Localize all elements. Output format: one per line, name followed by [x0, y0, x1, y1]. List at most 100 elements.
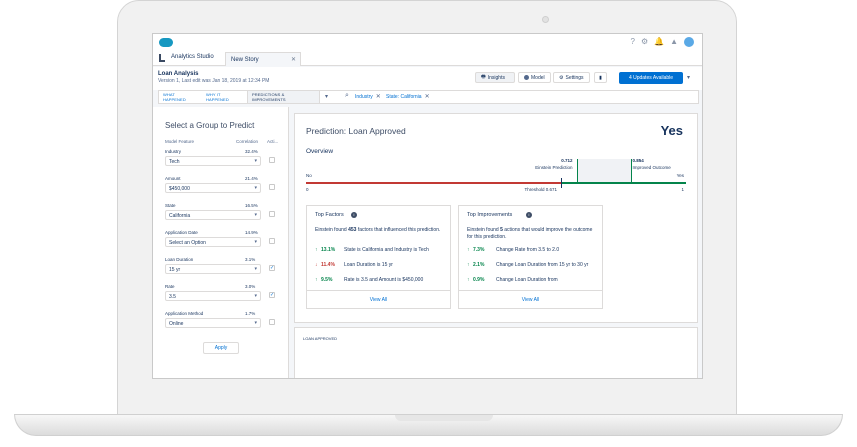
filter-chip-state[interactable]: State: California ✕	[386, 93, 430, 101]
feature-name: Application Date	[165, 230, 198, 235]
panel-label: LOAN APPROVED	[303, 336, 338, 341]
no-track	[306, 182, 561, 184]
feature-value-select[interactable]: Tech ▾	[165, 156, 261, 166]
feature-checkbox[interactable]	[269, 184, 275, 190]
insights-label: Insights	[487, 74, 505, 81]
filter-chip-industry[interactable]: Industry ✕	[355, 93, 381, 101]
tab-predictions-improvements[interactable]: PREDICTIONS & IMPROVEMENTS	[247, 91, 320, 103]
tab-why-it-happened[interactable]: WHY IT HAPPENED	[202, 91, 247, 103]
close-icon[interactable]: ✕	[425, 93, 430, 100]
feature-value-select[interactable]: 15 yr ▾	[165, 264, 261, 274]
feature-value-select[interactable]: 3.5 ▾	[165, 291, 261, 301]
selected-value: Online	[169, 321, 184, 327]
threshold-marker	[560, 178, 562, 188]
help-icon[interactable]: ?	[630, 37, 634, 47]
group-selector-panel: Select a Group to Predict Model Feature …	[153, 107, 289, 378]
einstein-marker	[576, 159, 578, 183]
list-item: ↑ 2.1% Change Loan Duration from 15 yr to …	[467, 262, 599, 274]
tab-label: New Story	[231, 57, 259, 63]
intro-text: factors that influenced this prediction.	[356, 227, 441, 233]
feature-value-select[interactable]: California ▾	[165, 210, 261, 220]
fade-overlay	[460, 282, 602, 290]
view-all-link[interactable]: View All	[459, 290, 602, 309]
feature-checkbox[interactable]: ✓	[269, 265, 275, 271]
chevron-down-icon: ▾	[254, 266, 257, 272]
improvement-range	[576, 159, 631, 183]
feature-checkbox[interactable]	[269, 211, 275, 217]
model-icon	[524, 75, 529, 80]
improved-value: 0.854	[632, 158, 644, 163]
base-notch	[395, 415, 493, 421]
tab-new-story[interactable]: New Story ✕	[225, 52, 301, 66]
apply-button[interactable]: Apply	[203, 342, 239, 354]
bookmark-button[interactable]: ▮	[594, 72, 607, 83]
chip-label: State: California	[386, 93, 422, 100]
intro-text: Einstein found	[467, 227, 501, 233]
close-icon[interactable]: ✕	[291, 56, 296, 63]
card-title: Top Factors	[315, 212, 344, 218]
gear-icon[interactable]: ⚙	[641, 37, 648, 47]
item-percent: 7.3%	[473, 247, 485, 253]
filter-bar: WHAT HAPPENED WHY IT HAPPENED PREDICTION…	[158, 90, 699, 104]
fade-overlay	[308, 282, 450, 290]
salesforce-cloud-icon[interactable]	[159, 38, 173, 47]
avatar[interactable]	[684, 37, 694, 47]
chevron-down-icon[interactable]: ▾	[687, 74, 690, 81]
bookmark-icon: ▮	[599, 74, 602, 81]
feature-value-select[interactable]: Online ▾	[165, 318, 261, 328]
feature-checkbox[interactable]	[269, 157, 275, 163]
arrow-up-icon: ↑	[315, 247, 318, 253]
item-text: Loan Duration is 15 yr	[344, 262, 393, 268]
settings-button[interactable]: ⚙ Settings	[553, 72, 590, 83]
updates-available-button[interactable]: 4 Updates Available	[619, 72, 683, 84]
arrow-down-icon: ↓	[315, 262, 318, 268]
selected-value: 15 yr	[169, 267, 181, 273]
search-icon[interactable]: ⌕	[345, 92, 349, 100]
tab-what-happened[interactable]: WHAT HAPPENED	[159, 91, 202, 103]
column-header-correlation: Correlation	[236, 139, 259, 144]
column-header-action: Acti...	[267, 139, 279, 144]
gear-icon: ⚙	[559, 74, 564, 81]
view-all-link[interactable]: View All	[307, 290, 450, 309]
item-text: State is California and Industry is Tech	[344, 247, 429, 253]
einstein-label: Einstein Prediction	[535, 165, 573, 170]
overview-heading: Overview	[306, 148, 334, 155]
feature-correlation: 21.4%	[245, 176, 258, 181]
feature-value-select[interactable]: $450,000 ▾	[165, 183, 261, 193]
info-icon[interactable]: i	[526, 212, 532, 218]
arrow-up-icon: ↑	[467, 262, 470, 268]
insights-button[interactable]: 🖶 Insights	[475, 72, 515, 83]
model-button[interactable]: Model	[518, 72, 551, 83]
model-label: Model	[531, 74, 545, 81]
feature-checkbox[interactable]	[269, 319, 275, 325]
tab-bar: Analytics Studio New Story ✕	[153, 50, 702, 66]
feature-checkbox[interactable]: ✓	[269, 292, 275, 298]
feature-name: State	[165, 203, 176, 208]
item-percent: 13.1%	[321, 247, 336, 253]
close-icon[interactable]: ✕	[376, 93, 381, 100]
axis-max: 1	[681, 187, 684, 192]
item-text: Change Loan Duration from 15 yr to 30 yr	[496, 262, 589, 268]
feature-name: Rate	[165, 284, 175, 289]
notification-icon[interactable]: ▲	[670, 37, 678, 47]
loan-approved-panel: LOAN APPROVED	[294, 327, 698, 378]
card-intro: Einstein found 5 actions that would impr…	[467, 227, 597, 241]
threshold-label: Threshold 0.671	[524, 187, 557, 192]
feature-checkbox[interactable]	[269, 238, 275, 244]
chip-label: Industry	[355, 93, 373, 100]
chevron-down-icon[interactable]: ▾	[325, 93, 328, 100]
panel-title: Select a Group to Predict	[165, 121, 255, 130]
card-intro: Einstein found 453 factors that influenc…	[315, 227, 445, 234]
improved-label: Improved Outcome	[632, 165, 671, 170]
item-text: Change Rate from 3.5 to 2.0	[496, 247, 560, 253]
selected-value: Select an Option	[169, 240, 206, 246]
bell-icon[interactable]: 🔔	[654, 37, 664, 47]
global-header: ? ⚙ 🔔 ▲	[153, 34, 702, 50]
yes-track	[560, 182, 686, 184]
card-title: Top Improvements	[467, 212, 513, 218]
feature-value-select[interactable]: Select an Option ▾	[165, 237, 261, 247]
item-percent: 2.1%	[473, 262, 485, 268]
info-icon[interactable]: i	[351, 212, 357, 218]
item-percent: 11.4%	[321, 262, 335, 268]
webcam-icon	[542, 16, 549, 23]
